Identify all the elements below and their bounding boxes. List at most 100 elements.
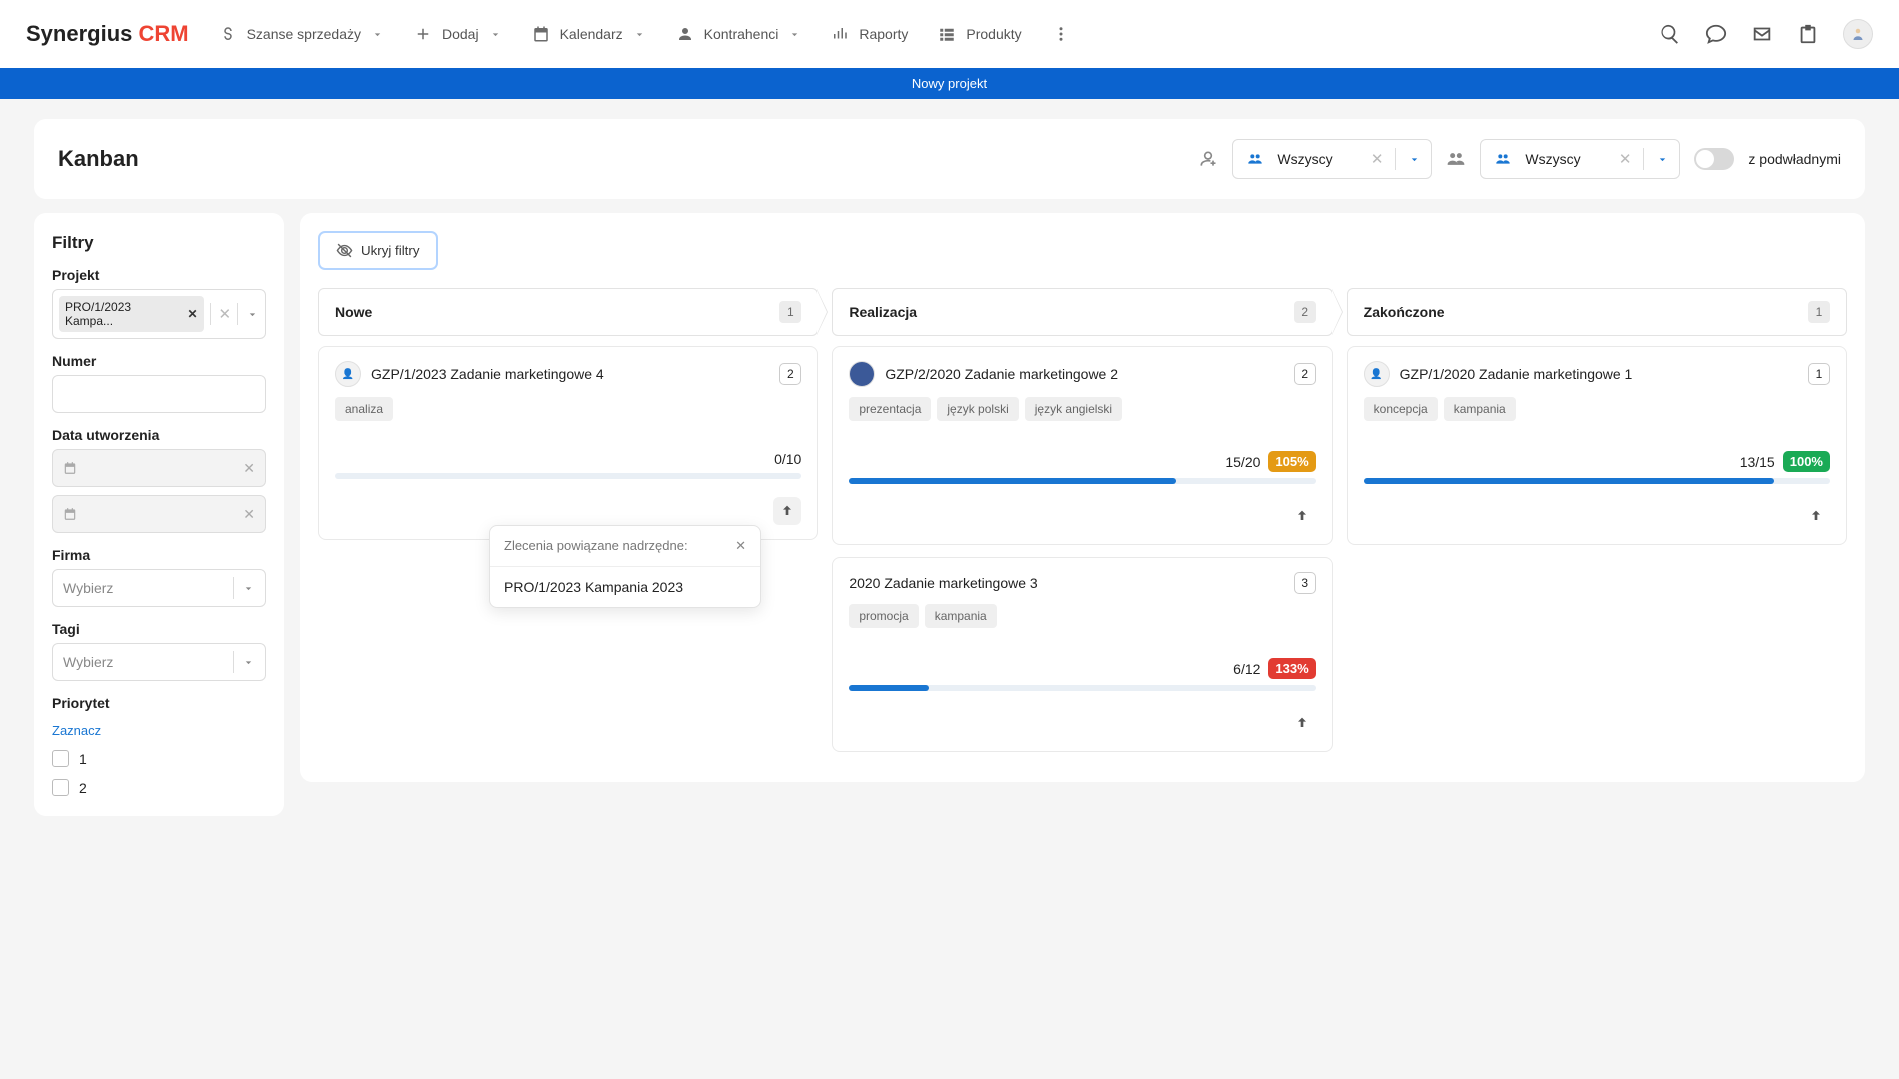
person-add-icon — [1198, 149, 1218, 169]
filter-number-input[interactable] — [52, 375, 266, 413]
arrow-up-icon — [1808, 508, 1824, 524]
card-header: 👤 GZP/1/2023 Zadanie marketingowe 4 2 — [335, 361, 801, 387]
avatar[interactable] — [1843, 19, 1873, 49]
group-icon — [1243, 147, 1267, 171]
filter-firm-placeholder: Wybierz — [63, 580, 113, 596]
clipboard-button[interactable] — [1797, 23, 1819, 45]
separator — [1395, 148, 1396, 170]
nav-reports[interactable]: Raporty — [831, 25, 908, 43]
logo: Synergius CRM — [26, 21, 189, 47]
expand-button[interactable] — [1288, 502, 1316, 530]
clear-icon[interactable]: ✕ — [1619, 150, 1632, 168]
column-realizacja: Realizacja 2 GZP/2/2020 Zadanie marketin… — [832, 288, 1332, 764]
popover-title: Zlecenia powiązane nadrzędne: — [504, 538, 688, 554]
expand-button[interactable] — [1288, 709, 1316, 737]
nav-more[interactable] — [1052, 25, 1070, 43]
filters-title: Filtry — [52, 233, 266, 253]
plus-icon — [414, 25, 432, 43]
card-percent: 105% — [1268, 451, 1315, 472]
related-orders-popover: Zlecenia powiązane nadrzędne: ✕ PRO/1/20… — [489, 525, 761, 608]
column-count: 1 — [779, 301, 801, 323]
banner[interactable]: Nowy projekt — [0, 68, 1899, 99]
mail-button[interactable] — [1751, 23, 1773, 45]
kanban-card[interactable]: 2020 Zadanie marketingowe 3 3 promocja k… — [832, 557, 1332, 752]
tag: promocja — [849, 604, 918, 628]
filter-firm-select[interactable]: Wybierz — [52, 569, 266, 607]
filter-tags-select[interactable]: Wybierz — [52, 643, 266, 681]
chevron-down-icon — [1656, 153, 1669, 166]
person-icon — [676, 25, 694, 43]
column-count: 1 — [1808, 301, 1830, 323]
kanban-board: Ukryj filtry Nowe 1 👤 GZP/1/2023 Zadanie… — [300, 213, 1865, 782]
card-stats: 6/12 133% — [849, 658, 1315, 679]
priority-option-2[interactable]: 2 — [52, 779, 266, 796]
kanban-card[interactable]: 👤 GZP/1/2020 Zadanie marketingowe 1 1 ko… — [1347, 346, 1847, 545]
nav-add[interactable]: Dodaj — [414, 25, 502, 43]
user-filter-1[interactable]: Wszyscy ✕ — [1232, 139, 1432, 179]
nav-sales[interactable]: Szanse sprzedaży — [219, 25, 384, 43]
card-avatar: 👤 — [335, 361, 361, 387]
progress-bar — [335, 473, 801, 479]
nav-calendar[interactable]: Kalendarz — [532, 25, 646, 43]
priority-1-label: 1 — [79, 751, 87, 767]
topnav: Synergius CRM Szanse sprzedaży Dodaj Kal… — [0, 0, 1899, 68]
popover-header: Zlecenia powiązane nadrzędne: ✕ — [490, 526, 760, 567]
priority-select-all[interactable]: Zaznacz — [52, 723, 101, 738]
subordinates-toggle[interactable] — [1694, 148, 1734, 170]
bars-icon — [831, 25, 849, 43]
column-title: Realizacja — [849, 304, 917, 320]
user-filter-2-label: Wszyscy — [1525, 151, 1608, 167]
card-stats: 13/15 100% — [1364, 451, 1830, 472]
card-tags: analiza — [335, 397, 801, 421]
topnav-right — [1659, 19, 1873, 49]
search-button[interactable] — [1659, 23, 1681, 45]
chip-remove-icon[interactable]: ✕ — [187, 307, 197, 321]
card-stat-value: 6/12 — [1233, 661, 1260, 677]
nav-contractors[interactable]: Kontrahenci — [676, 25, 802, 43]
tag: koncepcja — [1364, 397, 1438, 421]
expand-button[interactable] — [773, 497, 801, 525]
arrow-up-icon — [1294, 715, 1310, 731]
chat-icon — [1705, 23, 1727, 45]
column-header: Realizacja 2 — [832, 288, 1332, 336]
chevron-down-icon — [1408, 153, 1421, 166]
tag: język polski — [937, 397, 1018, 421]
column-zakonczone: Zakończone 1 👤 GZP/1/2020 Zadanie market… — [1347, 288, 1847, 764]
chat-button[interactable] — [1705, 23, 1727, 45]
column-nowe: Nowe 1 👤 GZP/1/2023 Zadanie marketingowe… — [318, 288, 818, 764]
checkbox[interactable] — [52, 779, 69, 796]
card-tags: koncepcja kampania — [1364, 397, 1830, 421]
expand-button[interactable] — [1802, 502, 1830, 530]
column-header: Nowe 1 — [318, 288, 818, 336]
arrow-up-icon — [779, 503, 795, 519]
user-filter-2[interactable]: Wszyscy ✕ — [1480, 139, 1680, 179]
tag: kampania — [1444, 397, 1516, 421]
tag: analiza — [335, 397, 393, 421]
close-icon[interactable]: ✕ — [735, 538, 746, 554]
calendar-icon — [63, 461, 77, 475]
more-vertical-icon — [1052, 25, 1070, 43]
kanban-card[interactable]: GZP/2/2020 Zadanie marketingowe 2 2 prez… — [832, 346, 1332, 545]
project-chip-text: PRO/1/2023 Kampa... — [65, 300, 181, 328]
clear-icon[interactable]: ✕ — [243, 460, 255, 477]
filter-date-to[interactable]: ✕ — [52, 495, 266, 533]
clear-icon[interactable]: ✕ — [243, 506, 255, 523]
arrow-up-icon — [1294, 508, 1310, 524]
card-header: GZP/2/2020 Zadanie marketingowe 2 2 — [849, 361, 1315, 387]
column-header: Zakończone 1 — [1347, 288, 1847, 336]
nav-products[interactable]: Produkty — [938, 25, 1021, 43]
card-avatar: 👤 — [1364, 361, 1390, 387]
chevron-down-icon — [489, 28, 502, 41]
clear-icon[interactable]: ✕ — [1371, 150, 1384, 168]
priority-option-1[interactable]: 1 — [52, 750, 266, 767]
page: Kanban Wszyscy ✕ Wszyscy ✕ z podwładnymi — [0, 99, 1899, 836]
filter-date-from[interactable]: ✕ — [52, 449, 266, 487]
hide-filters-button[interactable]: Ukryj filtry — [318, 231, 438, 270]
separator — [233, 651, 234, 673]
card-count: 1 — [1808, 363, 1830, 385]
filter-project-input[interactable]: PRO/1/2023 Kampa... ✕ ✕ — [52, 289, 266, 339]
checkbox[interactable] — [52, 750, 69, 767]
clear-icon[interactable]: ✕ — [219, 305, 232, 323]
kanban-card[interactable]: 👤 GZP/1/2023 Zadanie marketingowe 4 2 an… — [318, 346, 818, 540]
progress-bar — [1364, 478, 1830, 484]
